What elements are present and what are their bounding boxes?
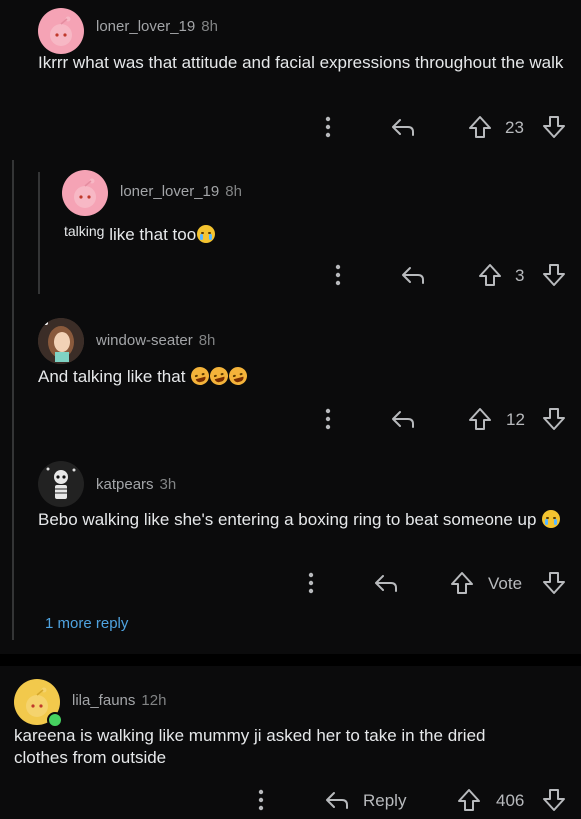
snoo-avatar-icon [50, 16, 72, 46]
reply-icon[interactable] [371, 570, 401, 596]
upvote-icon[interactable] [466, 113, 494, 141]
upvote-icon[interactable] [476, 261, 504, 289]
vote-count: 12 [506, 410, 525, 429]
comment-text: like that too [109, 225, 197, 244]
username[interactable]: window-seater [96, 332, 193, 349]
downvote-icon[interactable] [540, 261, 568, 289]
laughing-emoji-icon [208, 364, 231, 388]
reply-button[interactable]: Reply [363, 791, 406, 811]
reply-icon[interactable] [398, 262, 428, 288]
more-options-icon[interactable] [301, 570, 321, 596]
comment-body: And talking like that [38, 364, 558, 388]
downvote-icon[interactable] [540, 113, 568, 141]
username[interactable]: lila_fauns [72, 692, 135, 709]
crying-emoji-icon [197, 225, 216, 243]
comment-body: kareena is walking like mummy ji asked h… [14, 726, 486, 767]
girl-avatar-icon [38, 318, 84, 364]
username[interactable]: katpears [96, 476, 154, 493]
laughing-emoji-icon [189, 364, 212, 388]
skeleton-avatar-icon [38, 461, 84, 507]
username[interactable]: loner_lover_19 [120, 183, 219, 200]
avatar[interactable] [38, 461, 84, 507]
upvote-icon[interactable] [455, 786, 483, 814]
snoo-avatar-icon [74, 178, 96, 208]
vote-count: 3 [515, 266, 525, 285]
timestamp: 12h [141, 692, 167, 709]
comment-text: And talking like that [38, 367, 186, 386]
comment-prefix: talking [64, 223, 105, 239]
avatar[interactable] [62, 170, 108, 216]
more-options-icon[interactable] [328, 262, 348, 288]
reply-icon[interactable] [322, 787, 352, 813]
timestamp: 3h [159, 476, 177, 493]
upvote-icon[interactable] [448, 569, 476, 597]
comment-body: Ikrrr what was that attitude and facial … [38, 53, 564, 72]
more-replies-link[interactable]: 1 more reply [45, 615, 128, 632]
section-divider [0, 654, 581, 666]
username[interactable]: loner_lover_19 [96, 18, 195, 35]
comment-body: Bebo walking like she's entering a boxin… [38, 509, 573, 531]
thread-line-main[interactable] [12, 160, 14, 640]
upvote-icon[interactable] [466, 405, 494, 433]
more-options-icon[interactable] [318, 114, 338, 140]
downvote-icon[interactable] [540, 786, 568, 814]
crying-emoji-icon [542, 510, 561, 528]
downvote-icon[interactable] [540, 405, 568, 433]
laughing-emoji-icon [227, 364, 250, 388]
downvote-icon[interactable] [540, 569, 568, 597]
avatar[interactable] [38, 8, 84, 54]
comment-body: talking like that too [64, 220, 544, 246]
vote-count: 406 [496, 791, 525, 810]
reply-icon[interactable] [388, 406, 418, 432]
timestamp: 8h [225, 183, 242, 200]
more-options-icon[interactable] [318, 406, 338, 432]
comment-text: Bebo walking like she's entering a boxin… [38, 510, 537, 529]
timestamp: 8h [201, 18, 218, 35]
more-options-icon[interactable] [251, 787, 271, 813]
vote-count: 23 [505, 118, 524, 137]
timestamp: 8h [198, 332, 216, 349]
vote-label: Vote [488, 574, 523, 593]
avatar[interactable] [38, 318, 84, 364]
thread-line-nested[interactable] [38, 172, 40, 294]
reply-icon[interactable] [388, 114, 418, 140]
